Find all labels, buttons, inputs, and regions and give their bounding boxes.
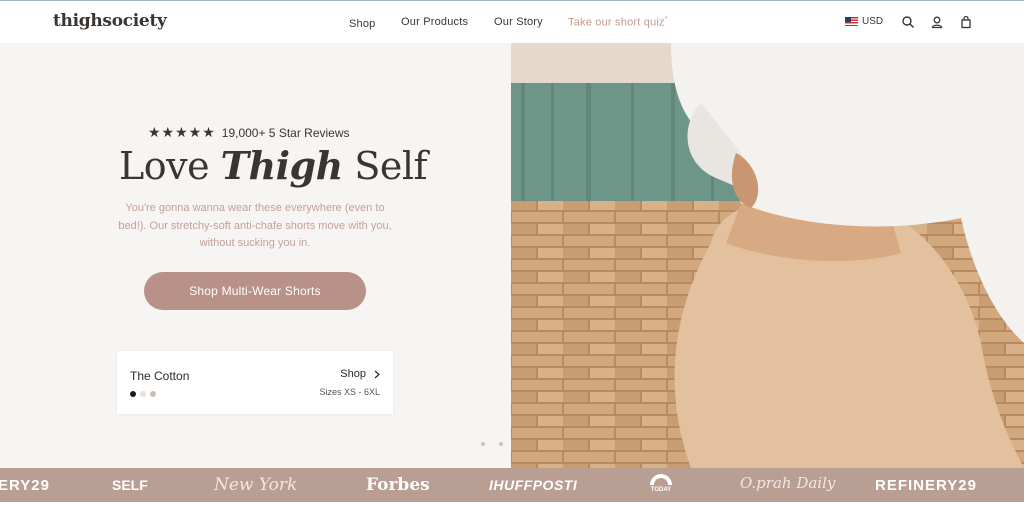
- nav-our-products[interactable]: Our Products: [401, 16, 468, 28]
- today-label: TODAY: [650, 487, 672, 493]
- nav-shop[interactable]: Shop: [349, 18, 376, 30]
- product-shop-link[interactable]: Shop: [340, 368, 380, 380]
- quiz-mark: *: [664, 16, 668, 23]
- site-header: thighsociety Shop Our Products Our Story…: [0, 0, 1024, 43]
- hero-subtext: You're gonna wanna wear these everywhere…: [118, 202, 392, 249]
- press-logo-self: SELF: [112, 477, 148, 493]
- press-logo-refinery29: ERY29: [0, 477, 50, 494]
- hero-image: [511, 43, 1024, 468]
- headline-part-1: Love: [119, 144, 210, 188]
- slide-dot-1[interactable]: [481, 442, 485, 446]
- swatch-cream[interactable]: [140, 391, 146, 397]
- review-summary: ★★★★★ 19,000+ 5 Star Reviews: [148, 124, 350, 141]
- bag-icon[interactable]: [959, 15, 973, 29]
- product-title: The Cotton: [130, 369, 190, 383]
- shop-multi-wear-button[interactable]: Shop Multi-Wear Shorts: [144, 272, 366, 310]
- press-logo-strip: ERY29 SELF New York Forbes IHUFFPOSTI TO…: [0, 468, 1024, 502]
- headline-part-2: Thigh: [220, 143, 344, 188]
- review-count: 19,000+ 5 Star Reviews: [221, 125, 350, 140]
- product-sizes: Sizes XS - 6XL: [319, 387, 380, 397]
- press-logo-refinery29-2: REFINERY29: [875, 477, 977, 494]
- nav-our-story[interactable]: Our Story: [494, 16, 543, 28]
- currency-label: USD: [862, 16, 884, 27]
- headline-part-3: Self: [354, 144, 428, 188]
- chevron-right-icon: [374, 370, 380, 378]
- product-card[interactable]: The Cotton Shop Sizes XS - 6XL: [117, 351, 393, 414]
- nav-quiz-label: Take our short quiz: [568, 16, 665, 29]
- today-sun-icon: [650, 474, 672, 485]
- product-shop-label: Shop: [340, 368, 366, 380]
- press-logo-today: TODAY: [648, 473, 674, 493]
- flag-us-icon: [845, 17, 858, 26]
- press-logo-oprah-daily: O.prah Daily: [740, 474, 836, 492]
- swatch-black[interactable]: [130, 391, 136, 397]
- logo[interactable]: thighsociety: [53, 11, 167, 31]
- account-icon[interactable]: [930, 15, 944, 29]
- star-rating-icon: ★★★★★: [148, 124, 216, 140]
- press-logo-forbes: Forbes: [366, 475, 430, 495]
- currency-selector[interactable]: USD: [845, 16, 883, 27]
- swatch-taupe[interactable]: [150, 391, 156, 397]
- hero-photo-illustration: [511, 43, 1024, 468]
- hero-headline: Love Thigh Self: [119, 143, 428, 188]
- press-logo-new-york: New York: [214, 475, 298, 495]
- slide-dot-2[interactable]: [499, 442, 503, 446]
- nav-quiz[interactable]: Take our short quiz*: [568, 16, 668, 29]
- press-logo-huffpost: IHUFFPOSTI: [489, 477, 578, 493]
- search-icon[interactable]: [901, 15, 915, 29]
